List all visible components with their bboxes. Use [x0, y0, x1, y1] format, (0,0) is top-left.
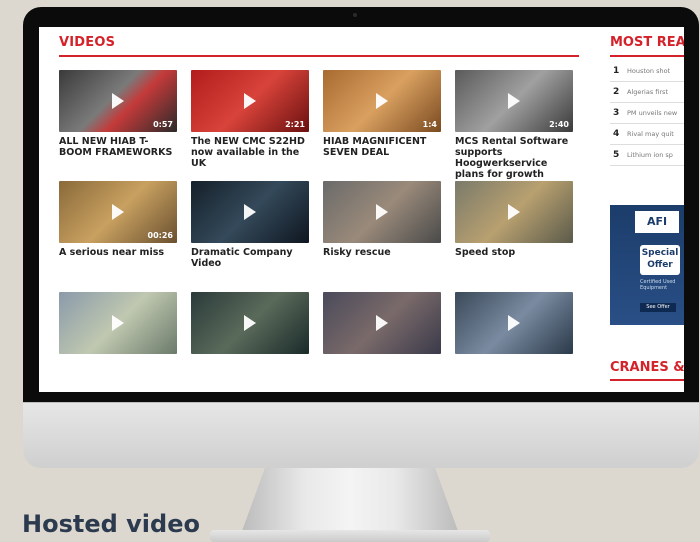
video-caption[interactable]: Risky rescue — [323, 247, 441, 258]
video-card[interactable]: Dramatic Company Video — [191, 181, 309, 292]
cranes-heading[interactable]: CRANES & — [610, 360, 684, 381]
videos-section: VIDEOS 0:57 ALL NEW HIAB T-BOOM FRAMEWORK… — [59, 35, 579, 392]
video-card[interactable]: Speed stop — [455, 181, 573, 292]
video-duration: 2:21 — [285, 120, 305, 129]
video-caption[interactable]: HIAB MAGNIFICENT SEVEN DEAL — [323, 136, 441, 158]
video-thumbnail[interactable]: 0:57 — [59, 70, 177, 132]
most-read-item[interactable]: 3 PM unveils new — [610, 103, 684, 124]
video-thumbnail[interactable] — [191, 292, 309, 354]
video-card[interactable]: 00:26 A serious near miss — [59, 181, 177, 292]
monitor-bezel: VIDEOS 0:57 ALL NEW HIAB T-BOOM FRAMEWORK… — [23, 7, 699, 402]
video-caption[interactable]: The NEW CMC S22HD now available in the U… — [191, 136, 309, 169]
video-thumbnail[interactable]: 00:26 — [59, 181, 177, 243]
most-read-headline[interactable]: Rival may quit — [627, 130, 674, 138]
ad-offer-badge: Special Offer — [640, 245, 680, 275]
monitor-chin — [23, 402, 699, 468]
video-duration: 2:40 — [549, 120, 569, 129]
most-read-headline[interactable]: PM unveils new — [627, 109, 677, 117]
video-duration: 0:57 — [153, 120, 173, 129]
monitor: VIDEOS 0:57 ALL NEW HIAB T-BOOM FRAMEWORK… — [23, 7, 699, 468]
video-thumbnail[interactable]: 2:40 — [455, 70, 573, 132]
video-card[interactable]: 2:21 The NEW CMC S22HD now available in t… — [191, 70, 309, 181]
video-caption[interactable]: Dramatic Company Video — [191, 247, 309, 269]
video-card[interactable] — [323, 292, 441, 392]
video-thumbnail[interactable]: 2:21 — [191, 70, 309, 132]
video-duration: 00:26 — [147, 231, 173, 240]
video-thumbnail[interactable] — [455, 292, 573, 354]
play-icon[interactable] — [244, 204, 256, 220]
play-icon[interactable] — [244, 93, 256, 109]
video-card[interactable]: 1:4 HIAB MAGNIFICENT SEVEN DEAL — [323, 70, 441, 181]
play-icon[interactable] — [112, 93, 124, 109]
video-caption[interactable]: A serious near miss — [59, 247, 177, 258]
ad-logo: AFI — [635, 211, 679, 233]
most-read-number: 4 — [613, 129, 620, 139]
video-thumbnail[interactable] — [323, 292, 441, 354]
video-caption[interactable]: ALL NEW HIAB T-BOOM FRAMEWORKS — [59, 136, 177, 158]
most-read-section: MOST READ 1 Houston shot 2 Algerias first 3P… — [610, 35, 684, 166]
video-thumbnail[interactable] — [455, 181, 573, 243]
most-read-headline[interactable]: Lithium ion sp — [627, 151, 673, 159]
play-icon[interactable] — [112, 204, 124, 220]
most-read-heading: MOST READ — [610, 35, 684, 57]
most-read-item[interactable]: 1 Houston shot — [610, 61, 684, 82]
ad-offer-button[interactable]: See Offer — [640, 303, 676, 312]
video-card[interactable] — [191, 292, 309, 392]
most-read-list: 1 Houston shot 2 Algerias first 3 PM unveils … — [610, 61, 684, 166]
video-grid: 0:57 ALL NEW HIAB T-BOOM FRAMEWORKS 2:21 Th… — [59, 70, 579, 392]
video-caption[interactable]: MCS Rental Software supports Hoogwerkser… — [455, 136, 573, 180]
most-read-number: 5 — [613, 150, 620, 160]
play-icon[interactable] — [376, 204, 388, 220]
most-read-headline[interactable]: Algerias first — [627, 88, 668, 96]
video-thumbnail[interactable] — [59, 292, 177, 354]
play-icon[interactable] — [508, 204, 520, 220]
video-card[interactable] — [59, 292, 177, 392]
most-read-number: 1 — [613, 66, 620, 76]
video-card[interactable]: Risky rescue — [323, 181, 441, 292]
video-card[interactable]: 2:40 MCS Rental Software supports Hoogwer… — [455, 70, 573, 181]
most-read-headline[interactable]: Houston shot — [627, 67, 670, 75]
hosted-video-caption: Hosted video — [22, 510, 200, 538]
camera-dot — [353, 13, 357, 17]
video-thumbnail[interactable] — [323, 181, 441, 243]
play-icon[interactable] — [376, 93, 388, 109]
video-thumbnail[interactable] — [191, 181, 309, 243]
play-icon[interactable] — [508, 93, 520, 109]
video-card[interactable] — [455, 292, 573, 392]
video-card[interactable]: 0:57 ALL NEW HIAB T-BOOM FRAMEWORKS — [59, 70, 177, 181]
play-icon[interactable] — [376, 315, 388, 331]
video-thumbnail[interactable]: 1:4 — [323, 70, 441, 132]
most-read-number: 3 — [613, 108, 620, 118]
most-read-item[interactable]: 5 Lithium ion sp — [610, 145, 684, 166]
most-read-item[interactable]: 4 Rival may quit — [610, 124, 684, 145]
monitor-stand-base — [210, 530, 490, 542]
most-read-item[interactable]: 2 Algerias first — [610, 82, 684, 103]
play-icon[interactable] — [508, 315, 520, 331]
most-read-number: 2 — [613, 87, 620, 97]
video-caption[interactable]: Speed stop — [455, 247, 573, 258]
ad-subtext: Certified Used Equipment — [640, 279, 676, 291]
play-icon[interactable] — [112, 315, 124, 331]
screen: VIDEOS 0:57 ALL NEW HIAB T-BOOM FRAMEWORK… — [39, 27, 684, 392]
advertisement[interactable]: AFI Special Offer Certified Used Equipme… — [610, 205, 684, 325]
video-duration: 1:4 — [422, 120, 437, 129]
play-icon[interactable] — [244, 315, 256, 331]
videos-heading: VIDEOS — [59, 35, 579, 57]
